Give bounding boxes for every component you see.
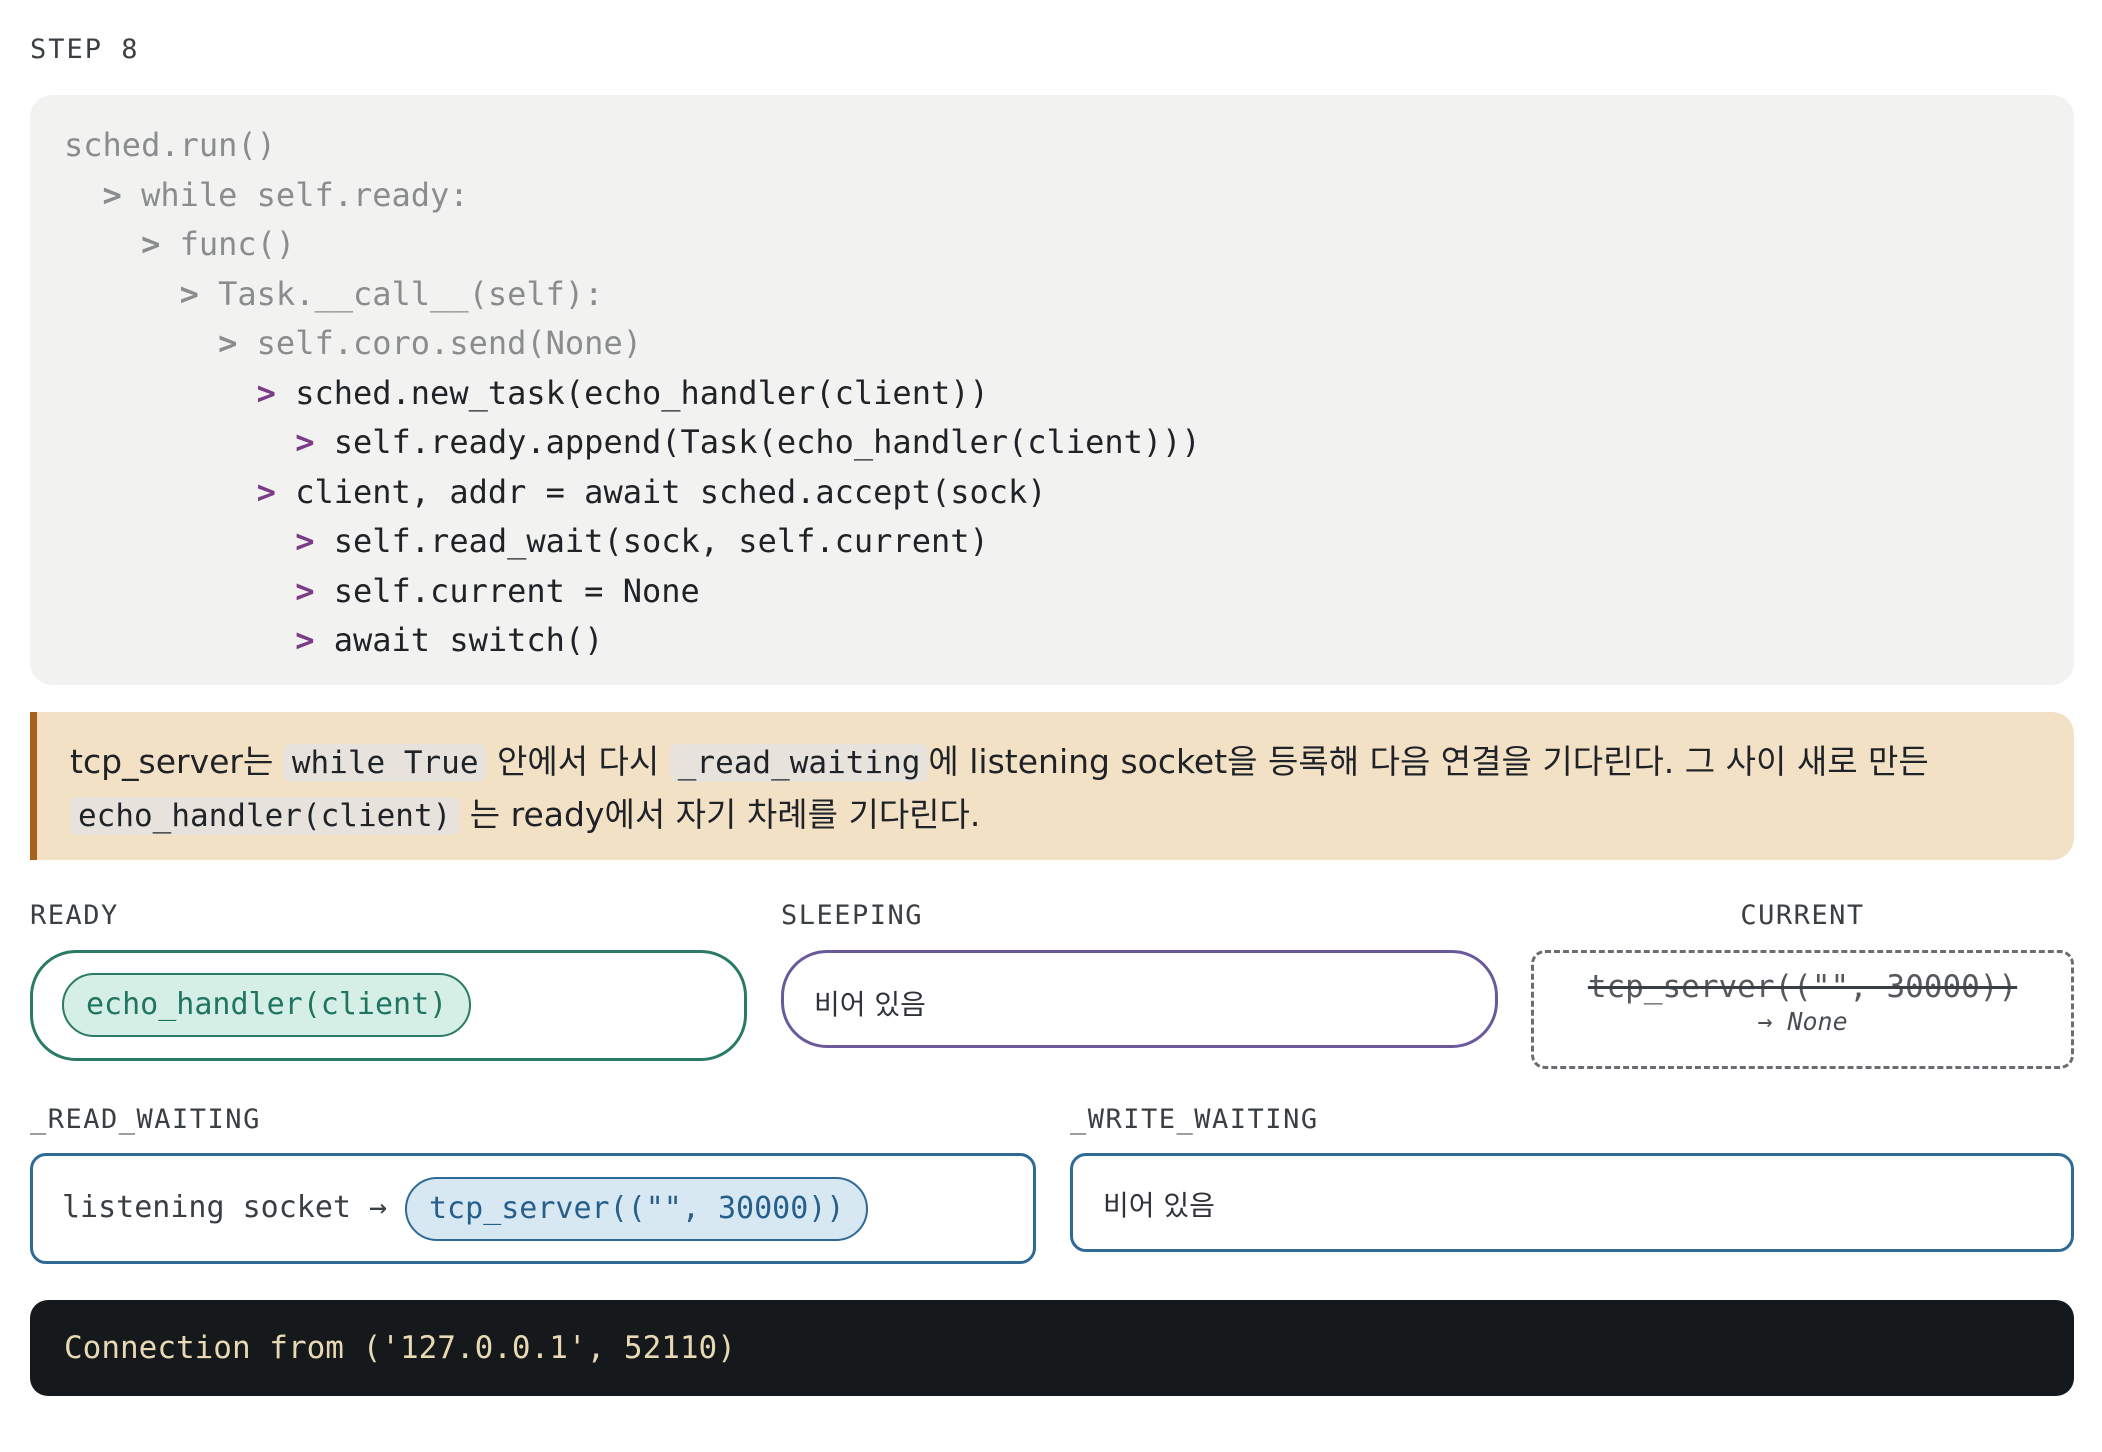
trace-arrow-icon: > [256, 472, 296, 511]
code-line: > self.read_wait(sock, self.current) [64, 517, 2074, 567]
sleeping-label: SLEEPING [781, 900, 924, 931]
note-code-echo-handler: echo_handler(client) [70, 797, 460, 835]
trace-arrow-icon: > [256, 373, 296, 412]
step-label: STEP 8 [30, 34, 140, 65]
trace-arrow-icon: > [102, 175, 142, 214]
read-waiting-label: _READ_WAITING [30, 1104, 261, 1135]
trace-arrow-icon: > [295, 571, 334, 610]
current-label: CURRENT [1740, 900, 1865, 931]
code-line-text: Task.__call__(self): [218, 274, 604, 313]
write-waiting-empty-text: 비어 있음 [1103, 1189, 1215, 1222]
code-line: > func() [64, 220, 2074, 270]
write-waiting-map: 비어 있음 [1070, 1153, 2074, 1252]
ready-task-chip: echo_handler(client) [62, 973, 472, 1037]
read-waiting-map: listening socket → tcp_server(("", 30000… [30, 1153, 1036, 1264]
ready-queue: echo_handler(client) [30, 950, 747, 1061]
code-line: > self.current = None [64, 567, 2074, 617]
code-line-text: sched.run() [64, 126, 276, 164]
note-code-while-true: while True [283, 744, 487, 782]
code-line-text: self.read_wait(sock, self.current) [333, 522, 989, 560]
note-text-4: 는 ready에서 자기 차례를 기다린다. [459, 795, 981, 834]
code-line-text: sched.new_task(echo_handler(client)) [295, 373, 989, 412]
current-previous-task: tcp_server(("", 30000)) [1587, 969, 2018, 1005]
note-text-3: 에 listening socket을 등록해 다음 연결을 기다린다. 그 사… [928, 742, 1929, 781]
sleeping-empty-text: 비어 있음 [814, 988, 926, 1021]
terminal-output: Connection from ('127.0.0.1', 52110) [30, 1300, 2074, 1396]
trace-arrow-icon: > [179, 274, 219, 313]
note-text-2: 안에서 다시 [486, 742, 670, 781]
write-waiting-label: _WRITE_WAITING [1070, 1104, 1319, 1135]
read-waiting-task-chip: tcp_server(("", 30000)) [405, 1177, 869, 1241]
current-new-value: → None [1757, 1007, 1848, 1036]
code-line-text: self.coro.send(None) [256, 324, 642, 362]
trace-arrow-icon: > [295, 522, 334, 560]
trace-arrow-icon: > [141, 225, 180, 263]
code-line: > while self.ready: [64, 171, 2074, 221]
trace-arrow-icon: > [218, 324, 257, 362]
current-task-box: tcp_server(("", 30000)) → None [1531, 950, 2074, 1069]
sleeping-queue: 비어 있음 [781, 950, 1498, 1048]
code-trace-block: sched.run() > while self.ready: > func()… [30, 95, 2074, 685]
explanation-note: tcp_server는 while True 안에서 다시 _read_wait… [30, 712, 2074, 860]
code-line: > self.coro.send(None) [64, 319, 2074, 369]
code-line-text: self.ready.append(Task(echo_handler(clie… [333, 423, 1201, 461]
code-line-text: func() [179, 225, 296, 263]
code-line: sched.run() [64, 121, 2074, 171]
read-waiting-key: listening socket → [62, 1190, 388, 1225]
trace-arrow-icon: > [295, 423, 334, 461]
trace-arrow-icon: > [295, 621, 334, 659]
code-line: > Task.__call__(self): [64, 270, 2074, 320]
note-code-read-waiting: _read_waiting [669, 744, 929, 782]
code-line: > await switch() [64, 616, 2074, 666]
code-line-text: while self.ready: [141, 175, 469, 214]
code-line: > client, addr = await sched.accept(sock… [64, 468, 2074, 518]
code-line-text: await switch() [333, 621, 604, 659]
code-line: > sched.new_task(echo_handler(client)) [64, 369, 2074, 419]
code-line: > self.ready.append(Task(echo_handler(cl… [64, 418, 2074, 468]
code-line-text: client, addr = await sched.accept(sock) [295, 472, 1047, 511]
ready-label: READY [30, 900, 119, 931]
code-line-text: self.current = None [333, 571, 700, 610]
note-text-1: tcp_server는 [70, 742, 284, 781]
